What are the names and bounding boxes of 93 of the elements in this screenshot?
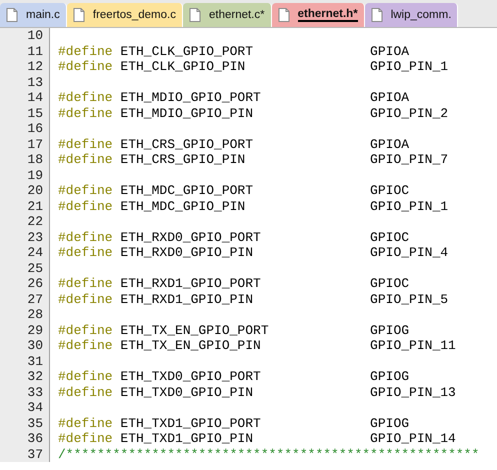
line-number: 37 — [27, 446, 43, 462]
preprocessor-keyword: #define — [58, 338, 114, 354]
line-number: 19 — [27, 168, 43, 182]
line-number: 31 — [27, 354, 43, 368]
macro-name: ETH_MDC_GPIO_PORT — [120, 183, 254, 198]
line-number: 16 — [27, 121, 43, 136]
preprocessor-keyword: #define — [58, 230, 114, 245]
line-number: 33 — [27, 384, 43, 400]
preprocessor-keyword: #define — [58, 90, 114, 106]
preprocessor-keyword: #define — [58, 183, 114, 198]
file-icon — [72, 8, 85, 22]
preprocessor-keyword: #define — [58, 44, 114, 59]
macro-name: ETH_TXD1_GPIO_PORT — [120, 416, 262, 431]
file-tab[interactable]: freertos_demo.c — [66, 3, 183, 27]
file-tab[interactable]: ethernet.h* — [272, 3, 365, 27]
macro-name: ETH_MDIO_GPIO_PIN — [120, 106, 254, 121]
file-icon — [188, 8, 201, 22]
line-number: 10 — [27, 28, 43, 43]
macro-value: GPIOG — [370, 369, 410, 384]
macro-name: ETH_MDIO_GPIO_PORT — [120, 90, 262, 106]
macro-value: GPIO_PIN_13 — [370, 384, 456, 400]
line-number: 12 — [27, 59, 43, 74]
macro-name: ETH_RXD0_GPIO_PIN — [120, 245, 254, 260]
line-number: 15 — [27, 106, 43, 120]
macro-value: GPIOC — [370, 183, 410, 198]
file-icon — [370, 8, 383, 22]
macro-value: GPIOA — [370, 90, 410, 105]
line-number: 18 — [27, 152, 43, 167]
macro-value: GPIOC — [370, 276, 410, 291]
macro-name: ETH_RXD1_GPIO_PIN — [120, 292, 254, 307]
preprocessor-keyword: #define — [58, 292, 114, 307]
preprocessor-keyword: #define — [58, 431, 114, 446]
macro-name: ETH_TXD0_GPIO_PIN — [120, 384, 254, 400]
macro-value: GPIOA — [370, 44, 410, 58]
macro-value: GPIO_PIN_1 — [370, 59, 448, 74]
macro-value: GPIO_PIN_2 — [370, 106, 448, 120]
line-number: 35 — [27, 416, 43, 430]
preprocessor-keyword: #define — [58, 106, 114, 121]
line-number: 36 — [27, 431, 43, 446]
line-number: 30 — [27, 338, 43, 353]
line-number: 20 — [27, 183, 43, 198]
line-number: 27 — [27, 292, 43, 306]
line-number: 29 — [27, 322, 43, 338]
macro-name: ETH_RXD1_GPIO_PORT — [120, 276, 262, 292]
line-number: 23 — [27, 230, 43, 244]
macro-value: GPIO_PIN_5 — [370, 292, 448, 306]
line-number: 13 — [27, 74, 43, 90]
macro-value: GPIOG — [370, 322, 410, 338]
macro-name: ETH_CLK_GPIO_PIN — [120, 59, 246, 74]
preprocessor-keyword: #define — [58, 59, 114, 74]
code-comment: /***************************************************** — [58, 446, 480, 462]
line-number: 17 — [27, 136, 43, 152]
macro-value: GPIOG — [370, 416, 410, 430]
macro-name: ETH_CLK_GPIO_PORT — [120, 44, 254, 59]
line-number: 11 — [27, 44, 43, 58]
line-number: 25 — [27, 260, 43, 276]
macro-value: GPIO_PIN_4 — [370, 245, 448, 260]
line-number: 14 — [27, 90, 43, 105]
line-number: 26 — [27, 276, 43, 291]
file-icon — [6, 8, 18, 22]
macro-name: ETH_TXD0_GPIO_PORT — [120, 369, 262, 384]
line-number: 32 — [27, 369, 43, 384]
line-number: 24 — [27, 245, 43, 260]
macro-value: GPIOC — [370, 230, 410, 244]
file-tab[interactable]: main.c — [0, 3, 67, 27]
macro-name: ETH_RXD0_GPIO_PORT — [120, 230, 262, 245]
macro-name: ETH_TX_EN_GPIO_PORT — [120, 322, 270, 338]
macro-value: GPIO_PIN_1 — [370, 198, 448, 214]
preprocessor-keyword: #define — [58, 198, 114, 214]
macro-name: ETH_MDC_GPIO_PIN — [120, 198, 246, 214]
file-tab[interactable]: lwip_comm. — [364, 3, 458, 27]
macro-name: ETH_CRS_GPIO_PIN — [120, 152, 246, 168]
preprocessor-keyword: #define — [58, 384, 114, 400]
preprocessor-keyword: #define — [58, 369, 114, 384]
line-number: 34 — [27, 400, 43, 415]
macro-value: GPIO_PIN_11 — [370, 338, 456, 353]
preprocessor-keyword: #define — [58, 416, 114, 431]
file-icon — [278, 8, 290, 22]
line-number: 28 — [27, 307, 43, 322]
macro-value: GPIO_PIN_7 — [370, 152, 448, 167]
preprocessor-keyword: #define — [58, 152, 114, 168]
macro-value: GPIOA — [370, 136, 410, 152]
line-number: 22 — [27, 214, 43, 229]
preprocessor-keyword: #define — [58, 136, 114, 152]
preprocessor-keyword: #define — [58, 322, 114, 338]
macro-value: GPIO_PIN_14 — [370, 431, 456, 446]
preprocessor-keyword: #define — [58, 245, 114, 260]
macro-name: ETH_TXD1_GPIO_PIN — [120, 431, 254, 446]
preprocessor-keyword: #define — [58, 276, 114, 292]
macro-name: ETH_CRS_GPIO_PORT — [120, 136, 254, 152]
line-number: 21 — [27, 198, 43, 214]
macro-name: ETH_TX_EN_GPIO_PIN — [120, 338, 262, 354]
file-tab[interactable]: ethernet.c* — [182, 3, 272, 27]
